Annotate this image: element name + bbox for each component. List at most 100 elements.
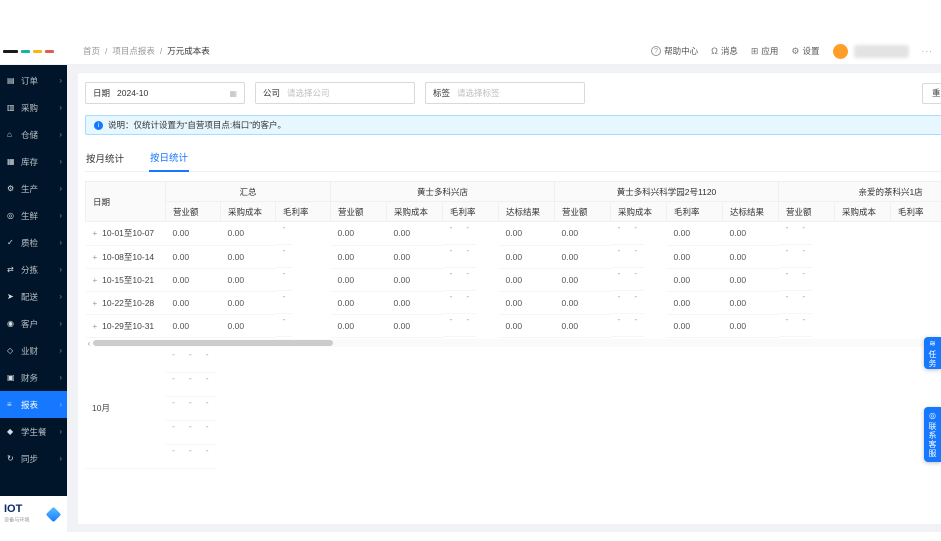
chevron-right-icon: ›: [59, 454, 62, 463]
value-cell: -: [459, 245, 477, 268]
sidebar-item-3[interactable]: ⌂ 仓储 ›: [0, 121, 67, 148]
value-cell: 0.00: [498, 221, 555, 246]
sidebar-item-1[interactable]: ▤ 订单 ›: [0, 67, 67, 94]
value-cell: -: [459, 268, 477, 291]
apps-link[interactable]: ⊞ 应用: [751, 45, 779, 57]
contact-service-float-button[interactable]: ◎ 联系客服: [924, 407, 941, 462]
sidebar-item-13[interactable]: ≡ 报表 ›: [0, 391, 67, 418]
sidebar-item-10[interactable]: ◉ 客户 ›: [0, 310, 67, 337]
sidebar-item-8[interactable]: ⇄ 分拣 ›: [0, 256, 67, 283]
tasks-float-button[interactable]: ≋ 任务: [924, 337, 941, 369]
expand-icon[interactable]: +: [93, 229, 98, 238]
tag-select[interactable]: 标签 请选择标签: [425, 82, 585, 104]
chevron-right-icon: ›: [59, 184, 62, 193]
column-header: 营业额: [330, 201, 387, 222]
company-label: 公司: [263, 88, 281, 98]
sidebar: ▤ 订单 › ▥ 采购 › ⌂ 仓储 › ▦ 库存 › ⚙ 生产 › ◎ 生鲜 …: [0, 65, 67, 532]
chevron-right-icon: ›: [59, 346, 62, 355]
breadcrumb-parent[interactable]: 项目点报表: [112, 45, 155, 57]
table-container: 日期 汇总 黄士多科兴店 黄士多科兴科学园2号1120 亲爱的茶科兴1店 营业额 采购成本…: [85, 181, 941, 469]
more-icon[interactable]: ···: [922, 46, 934, 56]
scrollbar-track[interactable]: [93, 339, 941, 347]
footer-value-cell: -: [181, 421, 199, 445]
sidebar-item-15[interactable]: ↻ 同步 ›: [0, 445, 67, 472]
reset-button[interactable]: 重置: [922, 82, 941, 104]
value-cell: -: [795, 222, 813, 245]
value-cell: -: [442, 291, 460, 314]
sidebar-item-6[interactable]: ◎ 生鲜 ›: [0, 202, 67, 229]
date-range: 10-22至10-28: [102, 297, 155, 308]
logo-diamond-icon: [45, 506, 62, 522]
info-icon: i: [94, 120, 103, 130]
tab-monthly-stats[interactable]: 按月统计: [85, 147, 125, 171]
expand-icon[interactable]: +: [93, 276, 98, 285]
value-cell: 0.00: [666, 314, 723, 338]
value-cell: -: [795, 291, 813, 314]
date-cell: +10-22至10-28: [85, 291, 166, 315]
footer-value-cell: -: [198, 445, 216, 469]
value-cell: -: [795, 268, 813, 291]
value-cell: 0.00: [220, 314, 276, 338]
breadcrumb-home[interactable]: 首页: [83, 45, 100, 57]
sidebar-item-4[interactable]: ▦ 库存 ›: [0, 148, 67, 175]
value-cell: -: [610, 268, 628, 291]
breadcrumb-separator: /: [105, 46, 108, 56]
column-header: 毛利率: [442, 201, 499, 222]
value-cell: 0.00: [666, 291, 723, 315]
avatar[interactable]: [832, 43, 848, 59]
value-cell: 0.00: [330, 245, 387, 269]
messages-label: 消息: [720, 46, 738, 56]
filter-actions: 重置 查询: [922, 82, 941, 104]
value-cell: -: [627, 245, 645, 268]
tasks-label: 任务: [928, 349, 937, 368]
value-cell: -: [778, 314, 796, 337]
sidebar-item-7[interactable]: ✓ 质检 ›: [0, 229, 67, 256]
value-cell: 0.00: [554, 314, 611, 338]
help-center-link[interactable]: ? 帮助中心: [651, 45, 698, 57]
value-cell: -: [778, 268, 796, 291]
stats-table: 日期 汇总 黄士多科兴店 黄士多科兴科学园2号1120 亲爱的茶科兴1店 营业额 采购成本…: [85, 181, 941, 338]
footer-value-cell: -: [198, 397, 216, 421]
expand-icon[interactable]: +: [93, 299, 98, 308]
scroll-left-icon[interactable]: ‹: [85, 339, 93, 348]
table-row: +10-01至10-07 0.00 0.00 -0.00 0.00- -0.00 0.00-…: [85, 221, 941, 246]
value-cell: -: [610, 291, 628, 314]
alert-text: 说明：仅统计设置为“自营项目点:档口”的客户。: [108, 120, 287, 130]
horizontal-scrollbar[interactable]: ‹ ›: [85, 339, 941, 348]
gear-icon: ⚙: [791, 45, 800, 56]
messages-link[interactable]: Ω 消息: [711, 45, 738, 57]
sidebar-item-icon: ▦: [7, 157, 15, 166]
scrollbar-thumb[interactable]: [93, 340, 333, 346]
date-range: 10-08至10-14: [102, 251, 155, 262]
value-cell: 0.00: [165, 221, 221, 246]
sidebar-item-2[interactable]: ▥ 采购 ›: [0, 94, 67, 121]
value-cell: -: [778, 245, 796, 268]
brand-dash-icon: [21, 49, 30, 53]
value-cell: -: [459, 291, 477, 314]
expand-icon[interactable]: +: [93, 322, 98, 331]
screen: 首页 / 项目点报表 / 万元成本表 ? 帮助中心 Ω 消息 ⊞ 应用 ⚙ 设置…: [0, 0, 941, 541]
value-cell: 0.00: [722, 314, 779, 338]
sidebar-item-14[interactable]: ◆ 学生餐 ›: [0, 418, 67, 445]
sidebar-item-11[interactable]: ◇ 业财 ›: [0, 337, 67, 364]
chevron-right-icon: ›: [59, 130, 62, 139]
table-row: +10-15至10-21 0.00 0.00 -0.00 0.00- -0.00 0.00-…: [85, 268, 941, 292]
value-cell: 0.00: [498, 314, 555, 338]
sidebar-item-12[interactable]: ▣ 财务 ›: [0, 364, 67, 391]
group-header-2: 黄士多科兴店: [329, 181, 556, 202]
value-cell: -: [442, 222, 460, 245]
company-select[interactable]: 公司 请选择公司: [255, 82, 415, 104]
date-picker[interactable]: 日期 2024-10 ▦: [85, 82, 245, 104]
settings-link[interactable]: ⚙ 设置: [791, 45, 819, 57]
value-cell: 0.00: [330, 314, 387, 338]
expand-icon[interactable]: +: [93, 253, 98, 262]
value-cell: 0.00: [220, 268, 276, 292]
company-placeholder: 请选择公司: [287, 88, 330, 98]
sidebar-item-5[interactable]: ⚙ 生产 ›: [0, 175, 67, 202]
sidebar-item-9[interactable]: ➤ 配送 ›: [0, 283, 67, 310]
chevron-right-icon: ›: [59, 76, 62, 85]
main-content: 日期 2024-10 ▦ 公司 请选择公司 标签 请选择标签 重 i 说明：仅统…: [67, 65, 941, 532]
tab-daily-stats[interactable]: 按日统计: [149, 146, 190, 172]
sidebar-item-label: 分拣: [21, 264, 39, 275]
sidebar-item-icon: ⚙: [7, 184, 15, 193]
